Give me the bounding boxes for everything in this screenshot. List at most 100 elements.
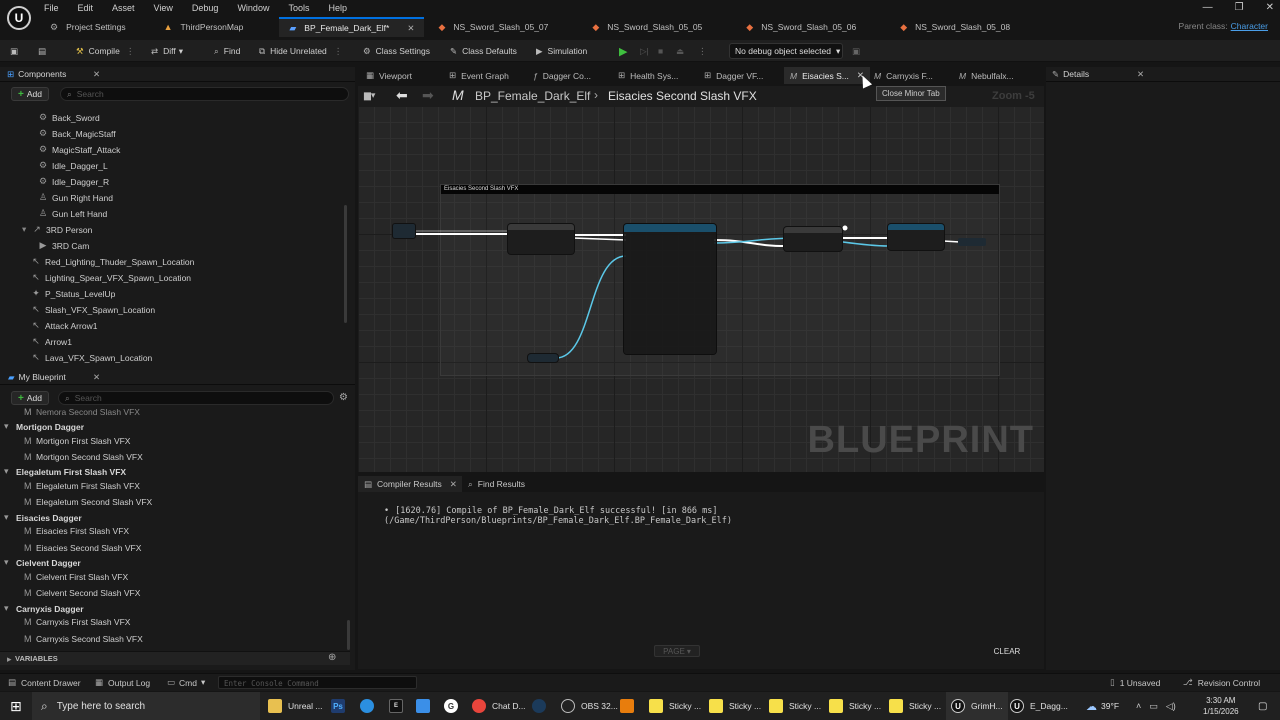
close-panel-icon[interactable]: ✕ [93, 69, 100, 80]
close-window-icon[interactable]: ✕ [1266, 2, 1274, 13]
save-button[interactable]: ▣ [10, 40, 23, 62]
component-item[interactable]: ↖ Attack Arrow1 [31, 320, 97, 331]
weather-widget[interactable]: ☁ 39°F [1086, 692, 1119, 720]
taskbar-app-sticky-2[interactable]: Sticky ... [709, 692, 761, 720]
component-item[interactable]: ♙ Gun Right Hand [38, 192, 113, 203]
taskbar-app-e-dagg[interactable]: U E_Dagg... [1010, 692, 1068, 720]
parent-class-link[interactable]: Character [1231, 21, 1268, 31]
taskbar-app-photoshop[interactable]: Ps [331, 692, 351, 720]
component-item[interactable]: ✦ P_Status_LevelUp [31, 288, 115, 299]
page-button[interactable]: PAGE ▾ [654, 645, 700, 657]
add-blueprint-item-button[interactable]: + Add [11, 391, 49, 405]
tab-carnyxis-f[interactable]: M Carnyxis F... [874, 67, 933, 84]
menu-file[interactable]: File [44, 3, 59, 13]
components-search-input[interactable]: ⌕ Search [60, 87, 349, 101]
hide-unrelated-button[interactable]: ⧉ Hide Unrelated ⋮ [259, 40, 342, 62]
taskbar-app-obs[interactable]: OBS 32... [561, 692, 618, 720]
component-item[interactable]: ⚙ MagicStaff_Attack [38, 144, 120, 155]
play-options-button[interactable]: ⋮ [698, 40, 707, 62]
component-item[interactable]: ↖ Slash_VFX_Spawn_Location [31, 304, 155, 315]
taskbar-app-steam[interactable] [532, 692, 552, 720]
minimize-icon[interactable]: — [1203, 2, 1213, 13]
variable-get-node[interactable] [528, 354, 558, 362]
close-tab-icon[interactable]: ✕ [407, 23, 414, 34]
component-item[interactable]: ⚙ Idle_Dagger_R [38, 176, 109, 187]
close-panel-icon[interactable]: ✕ [93, 372, 100, 383]
taskbar-app-sticky-4[interactable]: Sticky ... [829, 692, 881, 720]
compile-button[interactable]: ⚒ Compile ⋮ [76, 40, 134, 62]
bookmark-icon[interactable]: ▆▾ [364, 90, 375, 101]
menu-asset[interactable]: Asset [112, 3, 135, 13]
close-panel-icon[interactable]: ✕ [1137, 69, 1144, 80]
browse-button[interactable]: ▤ [38, 40, 51, 62]
component-item[interactable]: ↖ Arrow1 [31, 336, 72, 347]
component-item[interactable]: ↖ Red_Lighting_Thuder_Spawn_Location [31, 256, 194, 267]
back-arrow-icon[interactable]: ⬅ [396, 87, 408, 104]
list-item[interactable]: M Elegaletum First Slash VFX [24, 481, 140, 491]
content-drawer-button[interactable]: ▤ Content Drawer [8, 677, 81, 688]
eject-button[interactable]: ⏏ [676, 40, 684, 62]
spawn-system-attached-node[interactable] [624, 224, 716, 354]
output-node[interactable] [958, 238, 986, 246]
taskbar-app-blender[interactable] [620, 692, 640, 720]
notifications-icon[interactable]: ▢ [1258, 692, 1267, 720]
taskbar-app-g[interactable]: G [444, 692, 464, 720]
menu-window[interactable]: Window [237, 3, 269, 13]
component-item[interactable]: ▾ ↗ 3RD Person [22, 224, 92, 235]
taskbar-app-epic[interactable]: E [389, 692, 409, 720]
list-item[interactable]: M Eisacies First Slash VFX [24, 526, 129, 536]
debug-object-select[interactable]: No debug object selected ▾ [729, 43, 843, 59]
list-item[interactable]: M Mortigon Second Slash VFX [24, 452, 143, 462]
menu-tools[interactable]: Tools [288, 3, 309, 13]
tray-icons[interactable]: ˄ ▭ ◁) [1136, 692, 1176, 720]
list-item[interactable]: M Cielvent First Slash VFX [24, 572, 128, 582]
clock[interactable]: 3:30 AM 1/15/2026 [1203, 695, 1239, 717]
taskbar-app-sticky-3[interactable]: Sticky ... [769, 692, 821, 720]
tab-dagger-vf[interactable]: ⊞ Dagger VF... [704, 67, 763, 84]
taskbar-app-sticky-1[interactable]: Sticky ... [649, 692, 701, 720]
components-scrollbar[interactable] [344, 205, 347, 323]
stop-button[interactable]: ■ [658, 40, 663, 62]
taskbar-app-edge[interactable] [360, 692, 380, 720]
console-command-input[interactable]: Enter Console Command [218, 676, 417, 689]
list-item[interactable]: M Nemora Second Slash VFX [24, 407, 140, 417]
category-header[interactable]: ▾ Cielvent Dagger [4, 557, 81, 568]
list-item[interactable]: M Eisacies Second Slash VFX [24, 543, 141, 553]
output-log-button[interactable]: ▦ Output Log [95, 677, 150, 688]
restore-icon[interactable]: ❐ [1235, 2, 1244, 13]
list-item[interactable]: M Cielvent Second Slash VFX [24, 588, 140, 598]
component-item[interactable]: ⚙ Back_MagicStaff [38, 128, 116, 139]
add-component-button[interactable]: + Add [11, 87, 49, 101]
taskbar-app-sticky-5[interactable]: Sticky ... [889, 692, 941, 720]
component-item[interactable]: ⚙ Back_Sword [38, 112, 100, 123]
category-header[interactable]: ▾ Eisacies Dagger [4, 512, 82, 523]
breadcrumb-root[interactable]: BP_Female_Dark_Elf [475, 89, 590, 103]
doc-tab-project-settings[interactable]: ⚙ Project Settings [40, 17, 136, 37]
forward-arrow-icon[interactable]: ➡ [422, 87, 434, 104]
doc-tab-ns-sword-slash-05-07[interactable]: ◆ NS_Sword_Slash_05_07 [428, 17, 558, 37]
tab-eisacies-s[interactable]: M Eisacies S... ✕ [784, 67, 870, 84]
component-item[interactable]: ↖ Lighting_Spear_VFX_Spawn_Location [31, 272, 191, 283]
unsaved-indicator[interactable]: ▯ 1 Unsaved [1110, 677, 1160, 688]
debug-filter-button[interactable]: ▣ [852, 40, 860, 62]
menu-help[interactable]: Help [328, 3, 347, 13]
tab-health-sys[interactable]: ⊞ Health Sys... [618, 67, 678, 84]
find-button[interactable]: ⌕ Find [214, 40, 240, 62]
tab-dagger-co[interactable]: ƒ Dagger Co... [533, 67, 591, 84]
menu-debug[interactable]: Debug [192, 3, 219, 13]
revision-control-button[interactable]: ⎇ Revision Control [1183, 677, 1260, 688]
tab-nebulfalx[interactable]: M Nebulfalx... [959, 67, 1014, 84]
unreal-logo-icon[interactable]: U [7, 6, 31, 30]
component-item[interactable]: ♙ Gun Left Hand [38, 208, 107, 219]
taskbar-app-unreal[interactable]: Unreal ... [268, 692, 323, 720]
cmd-select[interactable]: ▭ Cmd ▾ [167, 677, 205, 688]
category-header[interactable]: ▾ Elegaletum First Slash VFX [4, 466, 126, 477]
list-item[interactable]: M Carnyxis First Slash VFX [24, 617, 130, 627]
destroy-component-node[interactable] [888, 224, 944, 250]
tab-event-graph[interactable]: ⊞ Event Graph [449, 67, 509, 84]
tab-compiler-results[interactable]: ▤ Compiler Results ✕ [358, 476, 462, 492]
my-blueprint-search-input[interactable]: ⌕ Search [58, 391, 334, 405]
component-item[interactable]: ▶ 3RD Cam [38, 240, 90, 251]
tab-viewport[interactable]: ▦ Viewport [366, 67, 412, 84]
list-item[interactable]: M Elegaletum Second Slash VFX [24, 497, 152, 507]
